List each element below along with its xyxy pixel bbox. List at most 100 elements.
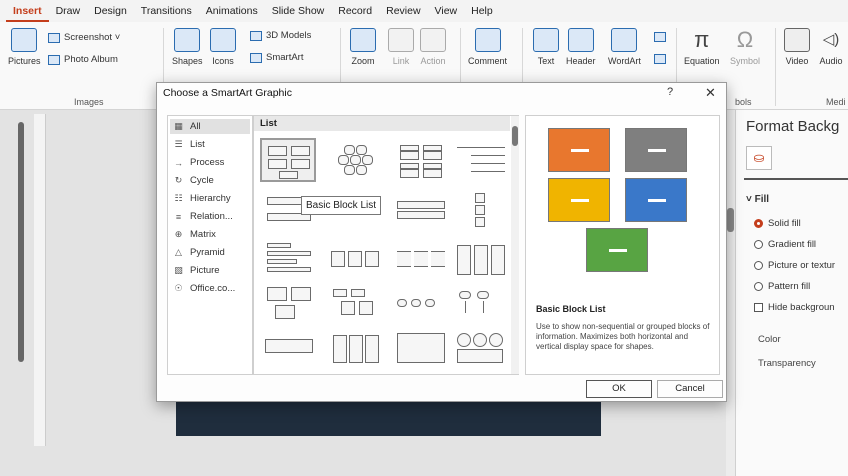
layout-picture-caption-list[interactable] [260,280,316,324]
layout-tab-list[interactable] [452,280,508,324]
speaker-icon: ◁) [822,31,840,48]
category-cycle[interactable]: ↻ Cycle [170,173,250,188]
checkbox-icon [754,303,763,312]
menu-design[interactable]: Design [87,0,134,22]
omega-icon: Ω [736,27,754,52]
link-button[interactable]: Link [388,28,414,66]
gallery-scrollbar[interactable] [511,116,519,374]
layout-description: Use to show non-sequential or grouped bl… [536,322,710,351]
scrollbar-thumb[interactable] [727,208,734,232]
workspace-scrollbar[interactable] [726,110,735,476]
fill-section-header[interactable]: ˅ Fill [746,194,769,205]
smartart-icon [250,52,262,63]
layout-table-list[interactable] [260,236,316,280]
video-icon [784,28,810,52]
layout-basic-block-list[interactable] [260,138,316,182]
menu-insert[interactable]: Insert [6,0,49,22]
menu-draw[interactable]: Draw [49,0,88,22]
gradient-fill-radio[interactable]: Gradient fill [754,239,816,250]
wordart-button[interactable]: WordArt [608,28,641,66]
shapes-icon [174,28,201,52]
action-button[interactable]: Action [420,28,446,66]
layout-horizontal-bullet-list[interactable] [392,188,448,232]
matrix-icon: ⊕ [174,229,183,239]
layout-circle-list[interactable] [452,326,508,370]
picture-fill-radio[interactable]: Picture or textur [754,260,835,271]
layout-linear-list[interactable] [392,280,448,324]
layout-box-list[interactable] [392,326,448,370]
category-all[interactable]: ▦ All [170,119,250,134]
layout-stacked-list[interactable] [452,188,508,232]
help-button[interactable]: ? [667,86,673,98]
layout-hexagon-list[interactable] [326,138,382,182]
video-button[interactable]: Video [784,28,810,66]
menu-transitions[interactable]: Transitions [134,0,199,22]
header-icon [567,28,594,52]
cube-icon [250,30,262,41]
layout-lined-list[interactable] [452,138,508,182]
pictures-button[interactable]: Pictures [8,28,41,66]
preview-block-orange [548,128,610,172]
paint-bucket-icon[interactable]: ⛀ [746,146,772,170]
screenshot-button[interactable]: Screenshot ˅ [48,32,120,43]
category-office-com[interactable]: ☉ Office.co... [170,281,250,296]
icons-button[interactable]: Icons [210,28,236,66]
layout-grouped-list[interactable] [326,236,382,280]
menu-animations[interactable]: Animations [199,0,265,22]
comment-icon [474,28,501,52]
zoom-button[interactable]: Zoom [350,28,376,66]
menu-help[interactable]: Help [464,0,500,22]
close-button[interactable]: ✕ [705,85,716,101]
category-list-item[interactable]: ☰ List [170,137,250,152]
text-box-button[interactable]: Text [533,28,559,66]
star-icon [420,28,446,52]
menu-slide-show[interactable]: Slide Show [265,0,332,22]
photo-album-button[interactable]: Photo Album [48,54,118,65]
date-time-button[interactable] [654,32,670,42]
layout-preview: Basic Block List Use to show non-sequent… [525,115,720,375]
radio-selected-icon [754,219,763,228]
layout-vertical-box-list[interactable] [452,236,508,280]
category-matrix[interactable]: ⊕ Matrix [170,227,250,242]
equation-button[interactable]: π Equation [684,28,720,67]
layout-gallery: List [253,115,519,375]
shapes-button[interactable]: Shapes [172,28,203,66]
slide-number-button[interactable] [654,54,670,64]
ok-button[interactable]: OK [586,380,652,398]
menu-view[interactable]: View [428,0,465,22]
hide-background-checkbox[interactable]: Hide backgroun [754,302,835,313]
comment-button[interactable]: Comment [468,28,507,66]
category-list: ▦ All ☰ List → Process ↻ Cycle ☷ Hierarchy ≡ R… [167,115,253,375]
layout-lined-block-list[interactable] [392,236,448,280]
pattern-fill-radio[interactable]: Pattern fill [754,281,810,292]
gallery-header: List [254,116,510,131]
3d-models-button[interactable]: 3D Models [250,30,311,41]
picture-icon [11,28,38,52]
category-relationship[interactable]: ≡ Relation... [170,209,250,224]
layout-name: Basic Block List [536,304,606,314]
category-hierarchy[interactable]: ☷ Hierarchy [170,191,250,206]
layout-labeled-block-list[interactable] [392,138,448,182]
photo-album-icon [48,54,60,65]
menu-review[interactable]: Review [379,0,427,22]
scrollbar-thumb[interactable] [512,126,518,146]
header-footer-button[interactable]: Header [566,28,596,66]
layout-column-list[interactable] [326,326,382,370]
transparency-label: Transparency [758,358,816,369]
relationship-icon: ≡ [175,211,182,222]
smartart-button[interactable]: SmartArt [250,52,303,63]
category-picture[interactable]: ▧ Picture [170,263,250,278]
cancel-button[interactable]: Cancel [657,380,723,398]
preview-block-yellow [548,178,610,222]
menu-record[interactable]: Record [331,0,379,22]
layout-segmented-list[interactable] [260,326,316,370]
audio-button[interactable]: ◁) Audio [818,28,844,66]
link-icon [388,28,414,52]
symbol-button[interactable]: Ω Symbol [730,27,760,67]
layout-accent-list[interactable] [326,280,382,324]
solid-fill-radio[interactable]: Solid fill [754,218,801,229]
dialog-title: Choose a SmartArt Graphic [163,87,292,99]
category-pyramid[interactable]: △ Pyramid [170,245,250,260]
category-process[interactable]: → Process [170,155,250,170]
thumbnail-scrollbar[interactable] [18,122,24,362]
